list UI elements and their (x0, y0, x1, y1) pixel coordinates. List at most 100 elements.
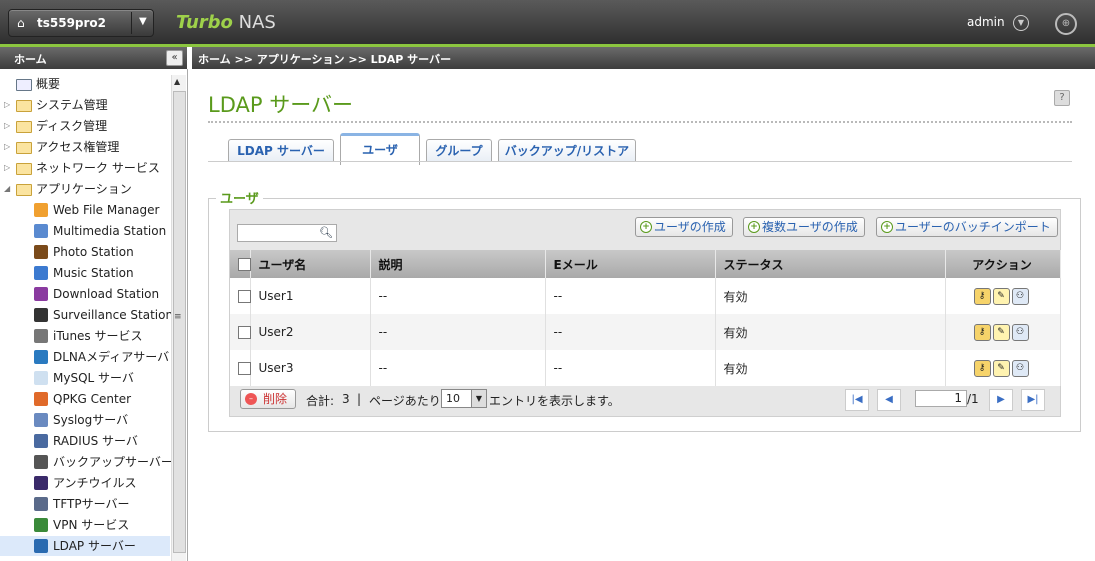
edit-icon[interactable]: ✎ (992, 359, 1010, 377)
sidebar-item-overview[interactable]: 概要 (0, 74, 170, 94)
column-description[interactable]: 説明 (370, 250, 546, 278)
sidebar-item-app[interactable]: iTunes サービス (0, 326, 170, 346)
batch-import-button[interactable]: + ユーザーのバッチインポート (876, 217, 1058, 237)
collapse-sidebar-button[interactable]: « (166, 50, 183, 66)
row-select-cell[interactable] (230, 350, 251, 386)
sidebar-item-label: RADIUS サーバ (53, 434, 138, 448)
edit-icon[interactable]: ✎ (992, 287, 1010, 305)
password-key-icon[interactable]: ⚷ (973, 287, 991, 305)
sidebar-item-label: MySQL サーバ (53, 371, 134, 385)
sidebar-item-app[interactable]: Web File Manager (0, 200, 170, 220)
expand-icon[interactable]: ▷ (4, 137, 10, 157)
column-actions: アクション (945, 250, 1061, 278)
sidebar-item-applications[interactable]: ◢ アプリケーション (0, 179, 170, 199)
users-panel: 🔍︎ + ユーザの作成 + 複数ユーザの作成 + ユーザーのバッチインポート ユーザ名… (229, 209, 1061, 417)
column-status[interactable]: ステータス (715, 250, 946, 278)
table-row[interactable]: User2 -- -- 有効 ⚷ ✎ ⚇ (230, 314, 1061, 350)
collapse-icon[interactable]: ◢ (4, 179, 10, 199)
app-icon (34, 518, 48, 532)
sidebar-item-app[interactable]: RADIUS サーバ (0, 431, 170, 451)
sidebar-item-app[interactable]: LDAP サーバー (0, 536, 170, 556)
tab-backup-restore[interactable]: バックアップ/リストア (498, 139, 636, 162)
host-name: ts559pro2 (37, 16, 107, 30)
column-email[interactable]: Eメール (545, 250, 716, 278)
row-select-cell[interactable] (230, 314, 251, 350)
create-user-button[interactable]: + ユーザの作成 (635, 217, 733, 237)
sidebar-item-app[interactable]: Download Station (0, 284, 170, 304)
grip-icon[interactable]: ≡ (174, 312, 182, 322)
cell-description: -- (370, 278, 546, 314)
sidebar-item-label: Web File Manager (53, 203, 160, 217)
search-input[interactable]: 🔍︎ (237, 224, 337, 242)
prev-page-button[interactable]: ◀ (877, 389, 901, 411)
user-group-icon[interactable]: ⚇ (1011, 287, 1029, 305)
sidebar-item-app[interactable]: Surveillance Station (0, 305, 173, 325)
username: admin (967, 15, 1005, 29)
per-page-select[interactable]: 10 ▼ (441, 389, 487, 408)
sidebar-item-app[interactable]: VPN サービス (0, 515, 170, 535)
user-group-icon[interactable]: ⚇ (1011, 359, 1029, 377)
sidebar-item-app[interactable]: バックアップサーバー (0, 452, 173, 472)
breadcrumb-text: ホーム >> アプリケーション >> LDAP サーバー (198, 53, 452, 66)
chevron-down-icon[interactable]: ▼ (471, 390, 486, 407)
row-checkbox[interactable] (238, 362, 251, 375)
sidebar: 概要 ▷ システム管理 ▷ ディスク管理 ▷ アクセス権管理 ▷ ネットワーク … (0, 69, 188, 561)
row-select-cell[interactable] (230, 278, 251, 314)
sidebar-item-app[interactable]: Music Station (0, 263, 170, 283)
sidebar-scrollbar[interactable]: ▲ ≡ (171, 75, 186, 561)
sidebar-item-app[interactable]: DLNAメディアサーバ (0, 347, 170, 367)
sidebar-item-network[interactable]: ▷ ネットワーク サービス (0, 158, 170, 178)
cell-description: -- (370, 350, 546, 386)
table-row[interactable]: User1 -- -- 有効 ⚷ ✎ ⚇ (230, 278, 1061, 314)
row-checkbox[interactable] (238, 290, 251, 303)
search-icon[interactable]: 🔍︎ (319, 226, 333, 239)
tab-groups[interactable]: グループ (426, 139, 492, 162)
help-icon[interactable]: ? (1054, 90, 1070, 106)
first-page-button[interactable]: |◀ (845, 389, 869, 411)
sidebar-item-label: VPN サービス (53, 518, 130, 532)
sidebar-item-app[interactable]: Syslogサーバ (0, 410, 170, 430)
scroll-up-icon[interactable]: ▲ (174, 77, 180, 86)
sidebar-item-app[interactable]: TFTPサーバー (0, 494, 170, 514)
expand-icon[interactable]: ▷ (4, 116, 10, 136)
table-row[interactable]: User3 -- -- 有効 ⚷ ✎ ⚇ (230, 350, 1061, 386)
folder-icon (16, 100, 32, 112)
create-multiple-users-button[interactable]: + 複数ユーザの作成 (743, 217, 865, 237)
scroll-thumb[interactable] (173, 91, 186, 553)
separator: | (357, 392, 362, 406)
app-icon (34, 287, 48, 301)
chevron-down-icon[interactable]: ▼ (139, 16, 147, 27)
sidebar-item-label: Syslogサーバ (53, 413, 129, 427)
sidebar-item-app[interactable]: MySQL サーバ (0, 368, 170, 388)
row-checkbox[interactable] (238, 326, 251, 339)
sidebar-item-app[interactable]: QPKG Center (0, 389, 170, 409)
expand-icon[interactable]: ▷ (4, 158, 10, 178)
sidebar-item-disk[interactable]: ▷ ディスク管理 (0, 116, 170, 136)
tab-ldap-server[interactable]: LDAP サーバー (228, 139, 334, 162)
column-username[interactable]: ユーザ名 (250, 250, 371, 278)
sidebar-item-app[interactable]: アンチウイルス (0, 473, 170, 493)
delete-icon: – (245, 393, 257, 405)
password-key-icon[interactable]: ⚷ (973, 323, 991, 341)
globe-icon[interactable]: ⊕ (1055, 13, 1077, 35)
edit-icon[interactable]: ✎ (992, 323, 1010, 341)
sidebar-item-app[interactable]: Photo Station (0, 242, 170, 262)
plus-icon: + (881, 221, 893, 233)
user-menu-chevron-icon[interactable]: ▼ (1013, 15, 1029, 31)
user-group-icon[interactable]: ⚇ (1011, 323, 1029, 341)
next-page-button[interactable]: ▶ (989, 389, 1013, 411)
page-number-input[interactable]: 1 (915, 390, 967, 407)
sidebar-item-system[interactable]: ▷ システム管理 (0, 95, 170, 115)
sidebar-item-access[interactable]: ▷ アクセス権管理 (0, 137, 170, 157)
host-dropdown[interactable]: ⌂ ts559pro2 ▼ (8, 9, 154, 37)
sidebar-item-app[interactable]: Multimedia Station (0, 221, 170, 241)
last-page-button[interactable]: ▶| (1021, 389, 1045, 411)
password-key-icon[interactable]: ⚷ (973, 359, 991, 377)
select-all-checkbox[interactable] (238, 258, 251, 271)
folder-icon (16, 163, 32, 175)
app-icon (34, 434, 48, 448)
delete-button[interactable]: – 削除 (240, 389, 297, 409)
expand-icon[interactable]: ▷ (4, 95, 10, 115)
select-all-header[interactable] (230, 250, 251, 278)
open-folder-icon (16, 184, 32, 196)
